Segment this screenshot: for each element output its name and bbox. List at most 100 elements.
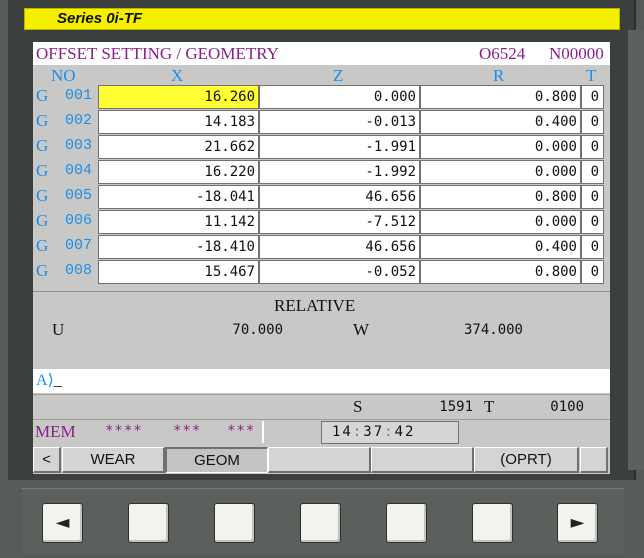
offset-r-cell[interactable]: 0.400: [420, 235, 581, 259]
mode-indicator: MEM: [35, 422, 76, 441]
clock-separator: :: [384, 424, 395, 440]
offset-z-cell[interactable]: 46.656: [259, 235, 420, 259]
offset-z-cell[interactable]: 46.656: [259, 185, 420, 209]
softkey-oprt-button[interactable]: (OPRT): [474, 447, 579, 473]
softkey-wear-button[interactable]: WEAR: [62, 447, 165, 473]
row-g-label: G: [36, 161, 49, 180]
offset-r-cell[interactable]: 0.000: [420, 210, 581, 234]
softkey-geom-button[interactable]: GEOM: [165, 447, 268, 473]
softkey-prev-button[interactable]: <: [33, 447, 61, 473]
offset-x-cell[interactable]: 16.220: [98, 160, 259, 184]
row-g-label: G: [36, 186, 49, 205]
offset-r-cell[interactable]: 0.800: [420, 260, 581, 284]
table-row: G 003 21.662 -1.991 0.000 0: [33, 135, 610, 159]
series-label: Series 0i-TF: [57, 10, 143, 27]
offset-r-cell[interactable]: 0.000: [420, 135, 581, 159]
row-number: 001: [65, 87, 93, 104]
row-number: 005: [65, 187, 93, 204]
softkey-blank-button[interactable]: [371, 447, 474, 473]
page-title: OFFSET SETTING / GEOMETRY: [36, 44, 279, 63]
offset-z-cell[interactable]: -0.013: [259, 110, 420, 134]
status-field-3: ***: [227, 423, 256, 439]
offset-r-cell[interactable]: 0.400: [420, 110, 581, 134]
row-g-label: G: [36, 236, 49, 255]
sequence-number: N00000: [549, 44, 604, 63]
input-prompt: A: [36, 372, 48, 389]
offset-x-cell[interactable]: 14.183: [98, 110, 259, 134]
softkey-next-button[interactable]: [580, 447, 608, 473]
softkey-hardkey-1[interactable]: [128, 503, 169, 543]
offset-x-cell[interactable]: 11.142: [98, 210, 259, 234]
hardware-softkey-row: ◄ ►: [22, 488, 624, 554]
offset-t-cell[interactable]: 0: [581, 210, 604, 234]
offset-x-cell[interactable]: -18.041: [98, 185, 259, 209]
row-number: 004: [65, 162, 93, 179]
offset-t-cell[interactable]: 0: [581, 235, 604, 259]
offset-z-cell[interactable]: -1.991: [259, 135, 420, 159]
input-cursor: _: [53, 372, 62, 389]
clock-hours: 14: [332, 424, 353, 440]
w-axis-value: 374.000: [463, 322, 523, 338]
row-g-label: G: [36, 86, 49, 105]
offset-z-cell[interactable]: 0.000: [259, 85, 420, 109]
status-field-1: ****: [105, 423, 143, 439]
row-number: 003: [65, 137, 93, 154]
offset-x-cell[interactable]: 21.662: [98, 135, 259, 159]
offset-x-cell[interactable]: 16.260: [98, 85, 259, 109]
row-g-label: G: [36, 211, 49, 230]
offset-x-cell[interactable]: -18.410: [98, 235, 259, 259]
table-row: G 005 -18.041 46.656 0.800 0: [33, 185, 610, 209]
offset-t-cell[interactable]: 0: [581, 135, 604, 159]
screen-header: OFFSET SETTING / GEOMETRY O6524 N00000: [33, 42, 610, 65]
spindle-value: 1591: [439, 399, 473, 415]
mode-status-bar: MEM **** *** *** 14:37:42: [33, 419, 610, 444]
u-axis-value: 70.000: [232, 322, 283, 338]
softkey-hardkey-3[interactable]: [300, 503, 341, 543]
program-number: O6524: [479, 44, 526, 63]
offset-t-cell[interactable]: 0: [581, 110, 604, 134]
offset-t-cell[interactable]: 0: [581, 85, 604, 109]
row-number: 002: [65, 112, 93, 129]
clock-minutes: 37: [363, 424, 385, 440]
tool-value: 0100: [550, 399, 584, 415]
left-arrow-hardkey[interactable]: ◄: [42, 503, 83, 543]
offset-t-cell[interactable]: 0: [581, 260, 604, 284]
clock-separator: :: [352, 424, 364, 440]
offset-z-cell[interactable]: -0.052: [259, 260, 420, 284]
col-r-header: R: [493, 66, 505, 85]
offset-z-cell[interactable]: -1.992: [259, 160, 420, 184]
right-arrow-hardkey[interactable]: ►: [557, 503, 598, 543]
w-axis-label: W: [353, 320, 370, 339]
offset-x-cell[interactable]: 15.467: [98, 260, 259, 284]
u-axis-label: U: [52, 320, 65, 339]
table-row: G 007 -18.410 46.656 0.400 0: [33, 235, 610, 259]
offset-r-cell[interactable]: 0.800: [420, 185, 581, 209]
row-g-label: G: [36, 136, 49, 155]
offset-t-cell[interactable]: 0: [581, 185, 604, 209]
col-z-header: Z: [333, 66, 344, 85]
offset-z-cell[interactable]: -7.512: [259, 210, 420, 234]
softkey-hardkey-4[interactable]: [386, 503, 427, 543]
soft-key-bar: < WEAR GEOM (OPRT): [33, 445, 610, 474]
row-g-label: G: [36, 261, 49, 280]
table-row: G 008 15.467 -0.052 0.800 0: [33, 260, 610, 284]
softkey-blank-button[interactable]: [268, 447, 371, 473]
offset-r-cell[interactable]: 0.000: [420, 160, 581, 184]
table-row: G 004 16.220 -1.992 0.000 0: [33, 160, 610, 184]
tool-label: T: [484, 397, 495, 416]
offset-r-cell[interactable]: 0.800: [420, 85, 581, 109]
col-x-header: X: [171, 66, 184, 85]
cnc-screen: OFFSET SETTING / GEOMETRY O6524 N00000 N…: [33, 42, 610, 474]
col-no-header: NO: [51, 66, 76, 85]
spindle-label: S: [353, 397, 363, 416]
key-input-buffer[interactable]: A⟩_: [33, 369, 610, 393]
offset-t-cell[interactable]: 0: [581, 160, 604, 184]
row-number: 006: [65, 212, 93, 229]
softkey-hardkey-2[interactable]: [214, 503, 255, 543]
softkey-hardkey-5[interactable]: [472, 503, 513, 543]
table-row: G 006 11.142 -7.512 0.000 0: [33, 210, 610, 234]
clock-seconds: 42: [394, 424, 416, 440]
relative-position-panel: RELATIVE U 70.000 W 374.000: [33, 291, 610, 365]
row-number: 008: [65, 262, 93, 279]
clock-box: 14:37:42: [321, 421, 459, 444]
